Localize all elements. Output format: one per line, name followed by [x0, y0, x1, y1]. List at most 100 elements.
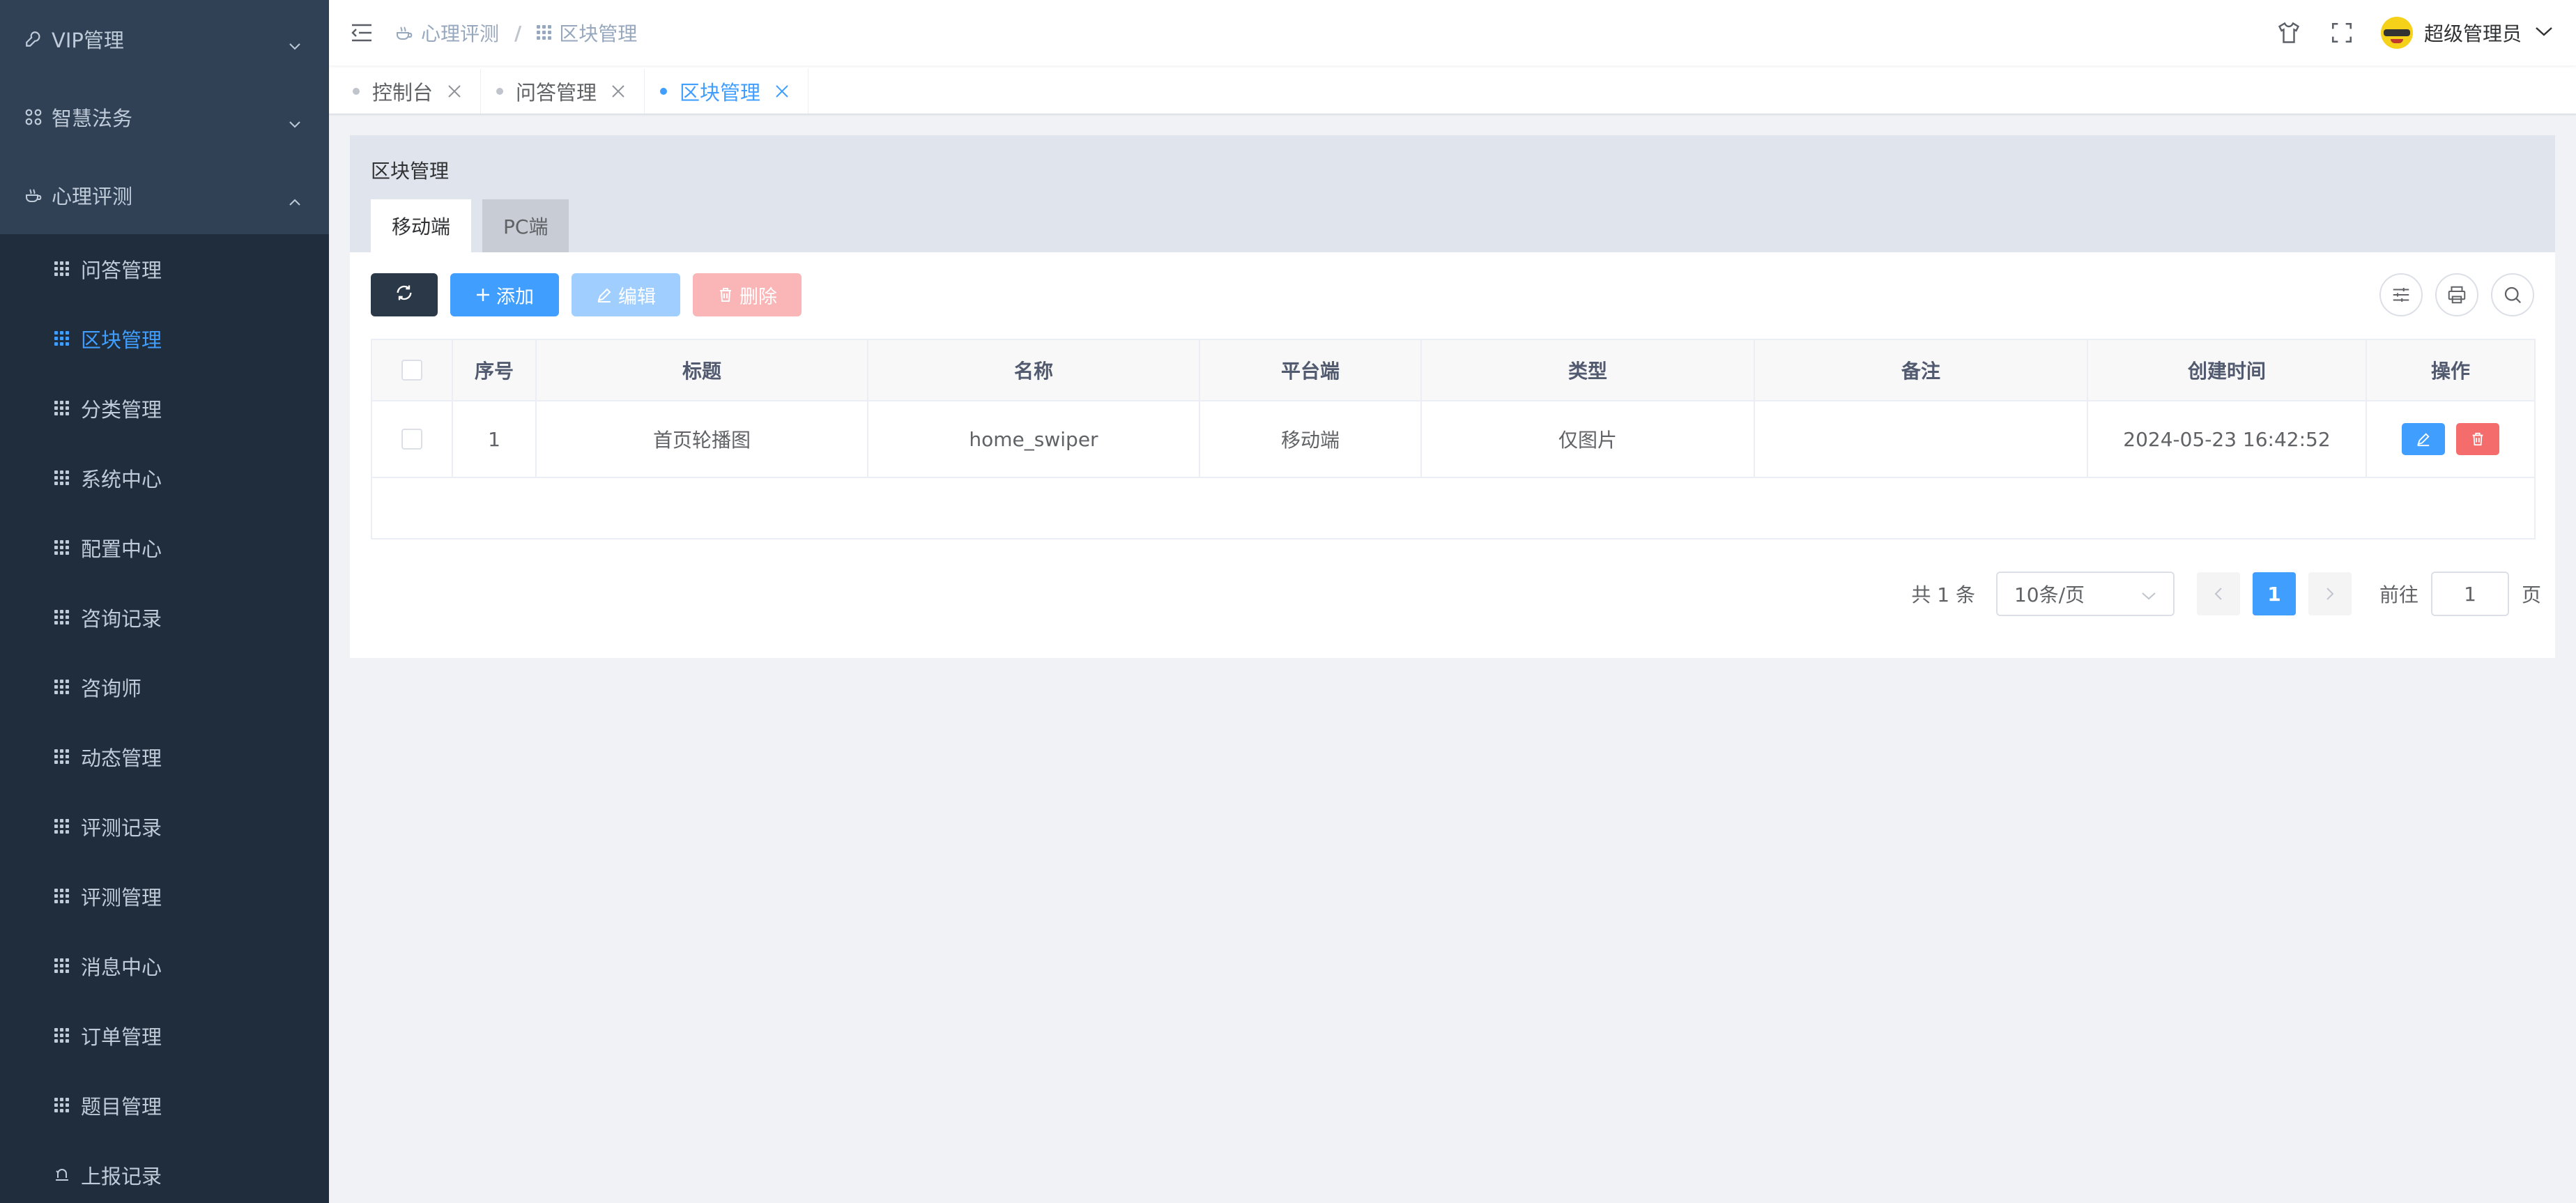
sidebar-item-label: 订单管理 — [81, 1025, 162, 1049]
menu-legal[interactable]: 智慧法务 — [0, 78, 329, 156]
tag-qa[interactable]: 问答管理 — [481, 69, 645, 114]
edit-icon — [596, 286, 613, 303]
sidebar-item-label: 配置中心 — [81, 537, 162, 561]
sidebar-item-label: 问答管理 — [81, 259, 162, 282]
avatar[interactable] — [2380, 17, 2413, 49]
wrench-icon — [24, 29, 43, 49]
dots-grid-icon — [53, 887, 71, 905]
sidebar-item-consult-records[interactable]: 咨询记录 — [0, 583, 329, 652]
dots-grid-icon — [53, 399, 71, 417]
sidebar-item-counselor[interactable]: 咨询师 — [0, 652, 329, 722]
close-icon[interactable] — [609, 82, 627, 100]
page-title: 区块管理 — [371, 160, 450, 183]
content-card: 区块管理 移动端 PC端 添加 编辑 删除 序号 标题 名称 平台端 类型 备注… — [350, 135, 2555, 658]
sidebar-item-label: 区块管理 — [81, 328, 162, 352]
sidebar-item-moments[interactable]: 动态管理 — [0, 722, 329, 792]
sidebar-item-label: 咨询师 — [81, 677, 142, 700]
trash-icon — [717, 286, 734, 303]
prev-page-button[interactable] — [2196, 572, 2240, 615]
close-icon[interactable] — [445, 82, 463, 100]
print-icon[interactable] — [2435, 273, 2478, 316]
row-delete-button[interactable] — [2456, 423, 2499, 455]
table-row[interactable]: 1 首页轮播图 home_swiper 移动端 仅图片 2024-05-23 1… — [372, 400, 2534, 477]
sidebar-item-questions[interactable]: 题目管理 — [0, 1071, 329, 1140]
close-icon[interactable] — [773, 82, 791, 100]
sidebar-item-reports[interactable]: 上报记录 — [0, 1140, 329, 1203]
column-header: 序号 — [453, 340, 537, 400]
dots-grid-icon — [53, 539, 71, 557]
refresh-button[interactable] — [371, 273, 438, 316]
sidebar-item-label: 咨询记录 — [81, 607, 162, 631]
main-area: 心理评测 / 区块管理 超级管理员 控制台 问答管理 区块管理 区块管理 移动端… — [329, 0, 2576, 1203]
tag-dot — [660, 88, 668, 95]
tag-label: 区块管理 — [680, 81, 761, 105]
sidebar-item-blocks[interactable]: 区块管理 — [0, 304, 329, 374]
edit-button-label: 编辑 — [618, 286, 656, 308]
sidebar-item-label: 分类管理 — [81, 398, 162, 422]
cell-actions — [2367, 401, 2534, 477]
cell-name: home_swiper — [868, 401, 1200, 477]
select-all-checkbox[interactable] — [401, 360, 422, 381]
tshirt-icon[interactable] — [2275, 19, 2303, 47]
page-number[interactable]: 1 — [2252, 572, 2296, 615]
add-button[interactable]: 添加 — [450, 273, 559, 316]
sidebar-item-messages[interactable]: 消息中心 — [0, 931, 329, 1001]
dots-grid-icon — [53, 818, 71, 836]
menu-psych-label: 心理评测 — [52, 185, 133, 208]
next-page-button[interactable] — [2308, 572, 2352, 615]
table-empty-area — [372, 477, 2534, 538]
column-header: 创建时间 — [2088, 340, 2367, 400]
cell-type: 仅图片 — [1422, 401, 1755, 477]
dots-grid-icon — [53, 957, 71, 975]
toolbar: 添加 编辑 删除 — [371, 273, 814, 316]
tag-blocks[interactable]: 区块管理 — [645, 69, 809, 114]
tag-dot — [496, 88, 504, 95]
dots-grid-icon — [53, 1096, 71, 1114]
delete-button[interactable]: 删除 — [693, 273, 802, 316]
submenu-psych: 问答管理 区块管理 分类管理 系统中心 配置中心 咨询记录 咨询师 动态管理 评… — [0, 234, 329, 1203]
edit-button[interactable]: 编辑 — [572, 273, 680, 316]
pagination-total: 共 1 条 — [1911, 583, 1975, 606]
username[interactable]: 超级管理员 — [2424, 19, 2522, 47]
hamburger-icon[interactable] — [350, 21, 374, 45]
tag-label: 问答管理 — [516, 81, 597, 105]
tea-cup-icon — [24, 185, 43, 205]
fullscreen-icon[interactable] — [2328, 19, 2356, 47]
navbar: 心理评测 / 区块管理 超级管理员 — [329, 0, 2576, 66]
sidebar-item-qa[interactable]: 问答管理 — [0, 234, 329, 304]
breadcrumb-separator: / — [514, 21, 522, 45]
chevron-down-icon[interactable] — [2534, 25, 2554, 40]
goto-page-input[interactable]: 1 — [2430, 572, 2509, 616]
sidebar-item-config[interactable]: 配置中心 — [0, 513, 329, 583]
sidebar-item-eval-manage[interactable]: 评测管理 — [0, 861, 329, 931]
row-checkbox[interactable] — [401, 429, 422, 450]
sidebar-item-label: 题目管理 — [81, 1095, 162, 1119]
chevron-down-icon — [289, 112, 301, 135]
breadcrumb-item[interactable]: 心理评测 — [394, 19, 499, 47]
page-size-select[interactable]: 10条/页 — [1995, 572, 2175, 616]
sidebar-item-label: 消息中心 — [81, 956, 162, 979]
select-all-cell — [372, 340, 453, 400]
sidebar-item-system[interactable]: 系统中心 — [0, 443, 329, 513]
menu-psych[interactable]: 心理评测 — [0, 156, 329, 234]
tab-mobile[interactable]: 移动端 — [371, 199, 472, 252]
dots-grid-icon — [53, 678, 71, 696]
search-icon[interactable] — [2491, 273, 2534, 316]
tag-dashboard[interactable]: 控制台 — [337, 69, 482, 114]
sidebar-item-orders[interactable]: 订单管理 — [0, 1001, 329, 1071]
menu-vip[interactable]: VIP管理 — [0, 0, 329, 78]
sidebar-item-eval-records[interactable]: 评测记录 — [0, 792, 329, 861]
column-header: 操作 — [2430, 360, 2470, 383]
cell-created: 2024-05-23 16:42:52 — [2088, 401, 2367, 477]
add-button-label: 添加 — [496, 286, 534, 308]
table-header: 序号 标题 名称 平台端 类型 备注 创建时间 操作 — [372, 340, 2534, 400]
menu-legal-label: 智慧法务 — [52, 107, 133, 130]
row-edit-button[interactable] — [2402, 423, 2445, 455]
breadcrumb-item: 区块管理 — [537, 19, 637, 47]
tab-pc[interactable]: PC端 — [482, 199, 569, 252]
column-settings-icon[interactable] — [2379, 273, 2423, 316]
sidebar: VIP管理 智慧法务 心理评测 问答管理 区块管理 分类管理 系统中心 配置中心… — [0, 0, 329, 1203]
bell-icon — [53, 1166, 71, 1184]
sidebar-item-category[interactable]: 分类管理 — [0, 374, 329, 443]
card-header: 区块管理 移动端 PC端 — [350, 135, 2555, 252]
